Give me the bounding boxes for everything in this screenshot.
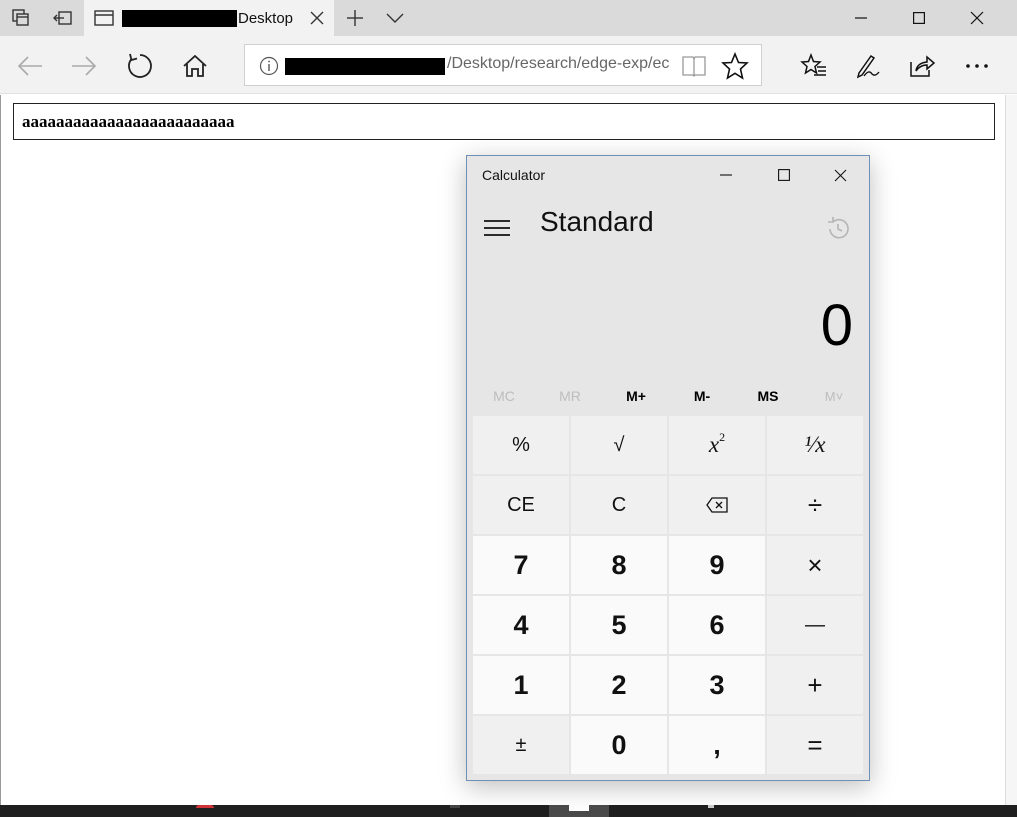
digit-1-button[interactable]: 1 [473,656,569,714]
tab-manager-icon[interactable] [0,0,42,36]
digit-3-button[interactable]: 3 [669,656,765,714]
calculator-title: Calculator [482,167,546,183]
pen-icon[interactable] [846,44,890,88]
tab-strip: Desktop [0,0,1017,36]
backspace-icon [706,497,728,513]
calculator-titlebar[interactable]: Calculator [467,156,869,194]
sqrt-button[interactable]: √ [571,416,667,474]
taskbar-active-app[interactable] [549,805,609,817]
memory-clear-button[interactable]: MC [471,378,537,414]
digit-2-button[interactable]: 2 [571,656,667,714]
percent-button[interactable]: % [473,416,569,474]
site-info-icon[interactable] [259,56,279,76]
redacted-block [122,9,237,27]
divide-button[interactable]: ÷ [767,476,863,534]
memory-recall-button[interactable]: MR [537,378,603,414]
maximize-icon[interactable] [890,0,948,36]
page-scrollbar[interactable] [1005,95,1017,805]
reading-view-icon[interactable] [681,54,707,78]
square-sup: 2 [719,429,726,444]
tab-preview-chevron-icon[interactable] [374,0,416,36]
calc-maximize-icon[interactable] [757,156,811,194]
calculator-mode-title: Standard [540,206,654,237]
close-window-icon[interactable] [948,0,1006,36]
calc-close-icon[interactable] [813,156,867,194]
url-text: /Desktop/research/edge-exp/ec [447,55,670,72]
calculator-window: Calculator Standard 0 MC MR M+ M- MS M˅ … [466,155,870,781]
memory-subtract-button[interactable]: M- [669,378,735,414]
digit-9-button[interactable]: 9 [669,536,765,594]
share-icon[interactable] [900,44,944,88]
digit-7-button[interactable]: 7 [473,536,569,594]
forward-arrow-icon[interactable] [62,44,106,88]
reciprocal-button[interactable]: ¹⁄x [767,416,863,474]
more-icon[interactable] [955,44,999,88]
plus-button[interactable]: + [767,656,863,714]
tab-close-icon[interactable] [300,0,334,36]
active-tab[interactable]: Desktop [84,0,334,36]
back-arrow-icon[interactable] [8,44,52,88]
multiply-button[interactable]: × [767,536,863,594]
favorites-hub-icon[interactable] [792,44,836,88]
navigation-bar: /Desktop/research/edge-exp/ec [0,36,1017,94]
clear-entry-button[interactable]: CE [473,476,569,534]
memory-row: MC MR M+ M- MS M˅ [471,378,867,414]
favorite-star-icon[interactable] [721,51,749,80]
tab-title: Desktop [238,9,294,27]
digit-6-button[interactable]: 6 [669,596,765,654]
page-text-input[interactable]: aaaaaaaaaaaaaaaaaaaaaaaaa [13,103,995,140]
digit-8-button[interactable]: 8 [571,536,667,594]
refresh-icon[interactable] [118,44,162,88]
set-aside-tabs-icon[interactable] [42,0,84,36]
digit-0-button[interactable]: 0 [571,716,667,774]
minus-button[interactable]: — [767,596,863,654]
calc-minimize-icon[interactable] [699,156,753,194]
taskbar-app-icon[interactable] [708,805,714,808]
page-icon [94,0,114,36]
negate-button[interactable]: ± [473,716,569,774]
square-button[interactable]: x2 [669,416,765,474]
digit-4-button[interactable]: 4 [473,596,569,654]
decimal-button[interactable]: , [669,716,765,774]
new-tab-icon[interactable] [334,0,376,36]
history-icon[interactable] [825,216,851,242]
memory-list-button[interactable]: M˅ [801,378,867,414]
equals-button[interactable]: = [767,716,863,774]
backspace-button[interactable] [669,476,765,534]
hamburger-menu-icon[interactable] [479,211,515,245]
square-label: x [708,432,720,457]
minimize-icon[interactable] [832,0,890,36]
taskbar-app-icon[interactable] [450,805,460,808]
digit-5-button[interactable]: 5 [571,596,667,654]
address-bar[interactable]: /Desktop/research/edge-exp/ec [244,44,762,86]
home-icon[interactable] [173,44,217,88]
memory-add-button[interactable]: M+ [603,378,669,414]
memory-store-button[interactable]: MS [735,378,801,414]
clear-button[interactable]: C [571,476,667,534]
calculator-display: 0 [820,293,853,358]
taskbar [0,805,1017,817]
taskbar-app-icon[interactable] [196,805,214,808]
keypad: % √ x2 ¹⁄x CE C ÷ 7 8 9 × 4 5 6 — 1 2 3 … [473,416,867,774]
redacted-block [285,58,445,75]
